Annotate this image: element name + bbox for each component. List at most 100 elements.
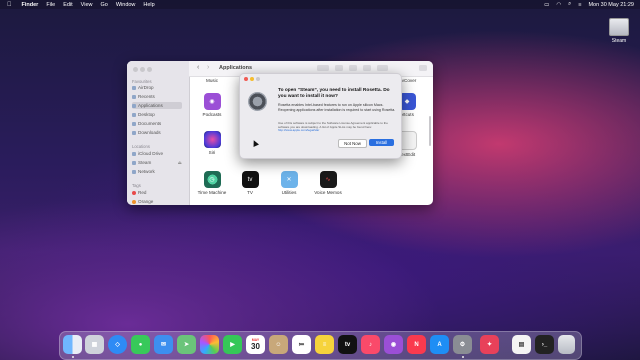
app-store-icon[interactable]: A (430, 335, 449, 354)
sidebar-item-label: Desktop (138, 112, 155, 117)
running-indicator (72, 356, 74, 358)
recents-icon (132, 94, 136, 99)
reminders-icon[interactable]: ≔ (292, 335, 311, 354)
calendar-icon[interactable]: MAY 30 (246, 335, 265, 354)
menu-view[interactable]: View (81, 2, 93, 8)
sidebar-item-recents[interactable]: Recents (132, 93, 182, 100)
tag-icon[interactable] (363, 65, 371, 71)
app-label: Music (206, 78, 218, 83)
siri-icon (203, 131, 221, 148)
music-icon[interactable]: ♪ (361, 335, 380, 354)
minimize-button[interactable] (140, 67, 145, 72)
documents-icon (132, 121, 136, 126)
terminal-icon[interactable]: ›_ (535, 335, 554, 354)
install-button[interactable]: Install (369, 139, 394, 146)
menu-file[interactable]: File (46, 2, 55, 8)
sidebar-item-documents[interactable]: Documents (132, 120, 182, 127)
launchpad-icon[interactable]: ▦ (85, 335, 104, 354)
app-utilities[interactable]: ✕ Utilities (271, 171, 307, 195)
running-indicator (462, 356, 464, 358)
eject-icon[interactable]: ⏏ (178, 160, 182, 166)
zoom-button[interactable] (147, 67, 152, 72)
desktop-steam-disk[interactable]: Steam (606, 18, 632, 44)
applications-icon (132, 103, 136, 108)
maps-icon[interactable]: ➤ (177, 335, 196, 354)
sidebar-tag-red[interactable]: Red (132, 189, 182, 196)
app-tv[interactable]: tv TV (232, 171, 268, 195)
mail-icon[interactable]: ✉ (154, 335, 173, 354)
safari-icon[interactable]: ◇ (108, 335, 127, 354)
podcasts-icon[interactable]: ◉ (384, 335, 403, 354)
search-icon[interactable]: ⌕ (568, 1, 571, 8)
app-time-machine[interactable]: ◷ Time Machine (194, 171, 230, 195)
minimize-button[interactable] (250, 77, 254, 81)
rosetta-gear-icon (248, 92, 267, 111)
sidebar-item-network[interactable]: Network (132, 168, 182, 175)
close-button[interactable] (133, 67, 138, 72)
facetime-icon[interactable]: ▶ (223, 335, 242, 354)
notes-icon[interactable]: ≡ (315, 335, 334, 354)
voice-memos-icon: ∿ (319, 171, 337, 188)
control-center-icon[interactable]: ≡ (578, 2, 581, 8)
sidebar-item-applications[interactable]: Applications (132, 102, 182, 109)
app-voice-memos[interactable]: ∿ Voice Memos (310, 171, 346, 195)
app-podcasts[interactable]: ◉ Podcasts (194, 93, 230, 117)
sidebar-item-desktop[interactable]: Desktop (132, 111, 182, 118)
group-icon[interactable] (335, 65, 343, 71)
disk-icon (132, 160, 136, 165)
sidebar-item-label: Steam (138, 160, 152, 165)
menu-window[interactable]: Window (116, 2, 136, 8)
dock: ▦ ◇ ● ✉ ➤ ▶ MAY 30 ☺ ≔ ≡ tv ♪ ◉ N A ⚙ ✦ … (59, 331, 582, 360)
messages-icon[interactable]: ● (131, 335, 150, 354)
menu-app-finder[interactable]: Finder (22, 2, 39, 8)
menu-edit[interactable]: Edit (63, 2, 72, 8)
zoom-button[interactable] (256, 77, 260, 81)
app-label: TV (247, 190, 253, 195)
dialog-fine-print: Use of this software is subject to the S… (278, 121, 396, 133)
close-button[interactable] (244, 77, 248, 81)
menu-help[interactable]: Help (143, 2, 154, 8)
game-icon[interactable]: ✦ (480, 335, 499, 354)
sidebar-item-label: Red (138, 190, 147, 195)
downloads-icon (132, 130, 136, 135)
wifi-icon[interactable]: ◠ (556, 2, 561, 8)
forward-chevron-icon[interactable]: › (207, 64, 209, 71)
sidebar-item-label: Orange (138, 199, 154, 204)
clock[interactable]: Mon 30 May 21:29 (588, 2, 634, 8)
not-now-button[interactable]: Not Now (338, 139, 367, 148)
sidebar-item-steam[interactable]: Steam ⏏ (132, 159, 182, 166)
system-preferences-icon[interactable]: ⚙ (453, 335, 472, 354)
calendar-day: 30 (251, 342, 260, 351)
tv-icon[interactable]: tv (338, 335, 357, 354)
search-icon[interactable] (419, 65, 427, 71)
dialog-body: Rosetta enables Intel-based features to … (278, 103, 396, 112)
scrollbar[interactable] (429, 116, 431, 146)
utilities-folder-icon: ✕ (280, 171, 298, 188)
news-icon[interactable]: N (407, 335, 426, 354)
finder-icon[interactable] (63, 335, 82, 354)
apple-menu-icon[interactable]:  (7, 2, 12, 8)
sidebar-item-label: Downloads (138, 130, 161, 135)
sidebar-item-downloads[interactable]: Downloads (132, 129, 182, 136)
podcasts-icon: ◉ (203, 93, 221, 110)
share-icon[interactable] (349, 65, 357, 71)
back-chevron-icon[interactable]: ‹ (197, 64, 199, 71)
sidebar-item-icloud[interactable]: iCloud Drive (132, 150, 182, 157)
textedit-icon[interactable]: ▤ (512, 335, 531, 354)
more-icon[interactable] (377, 65, 388, 71)
sidebar-tag-orange[interactable]: Orange (132, 198, 182, 205)
battery-icon[interactable]: ▭ (544, 2, 549, 8)
sidebar-item-label: Recents (138, 94, 155, 99)
menu-go[interactable]: Go (101, 2, 108, 8)
trash-icon[interactable] (558, 335, 575, 354)
app-music[interactable]: Music (194, 76, 230, 83)
app-siri[interactable]: Siri (194, 131, 230, 155)
sla-link[interactable]: http://www.apple.com/legal/sla/ (278, 128, 319, 133)
network-icon (132, 169, 136, 174)
photos-icon[interactable] (200, 335, 219, 354)
sidebar-header-tags: Tags (132, 183, 141, 188)
view-mode-icon[interactable] (317, 65, 329, 71)
app-label: Siri (208, 150, 216, 155)
contacts-icon[interactable]: ☺ (269, 335, 288, 354)
sidebar-item-airdrop[interactable]: AirDrop (132, 84, 182, 91)
